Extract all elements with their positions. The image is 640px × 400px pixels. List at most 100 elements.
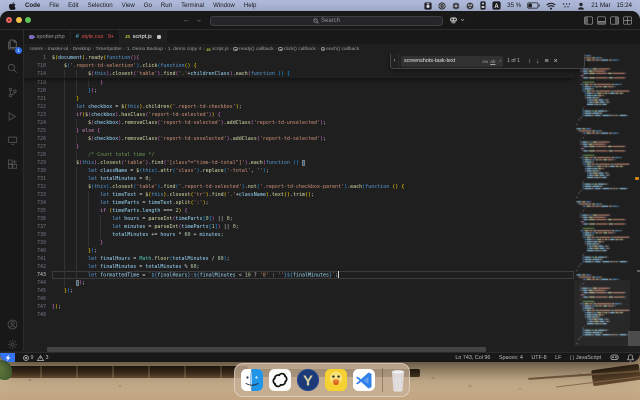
minimap[interactable] [574, 54, 630, 346]
code-line-724[interactable]: 724 $(checkbox).removeClass('report-td-s… [24, 119, 640, 127]
code-line-744[interactable]: 744 }); [24, 279, 640, 287]
zoom-window-button[interactable] [25, 16, 31, 23]
screenshot-menu-icon[interactable] [424, 1, 432, 10]
dock-finder-icon[interactable] [240, 368, 264, 392]
menu-item-file[interactable]: File [49, 2, 59, 9]
menu-item-code[interactable]: Code [25, 2, 40, 9]
copilot-status-icon[interactable] [609, 354, 619, 361]
problems-status[interactable]: 9 3 [23, 354, 49, 361]
code-line-732[interactable]: 732 $(this).closest('table').find('.repo… [24, 183, 640, 191]
breadcrumb-item[interactable]: TimeSpotter [96, 47, 122, 52]
code-line-745[interactable]: 745 }); [24, 287, 640, 295]
tab-spotter.php[interactable]: spotter.php [24, 30, 71, 44]
code-line-728[interactable]: 728 /* Count total time */ [24, 151, 640, 159]
code-line-742[interactable]: 742 let finalMinutes = totalMinutes % 60… [24, 263, 640, 271]
breadcrumb-item[interactable]: each() callback [320, 47, 359, 52]
copilot-titlebar-button[interactable] [449, 16, 465, 24]
navigate-back-icon[interactable]: ← [183, 16, 190, 25]
code-line-722[interactable]: 722 let checkbox = $(this).children('.re… [24, 103, 640, 111]
toggle-secondary-sidebar-icon[interactable] [610, 15, 619, 25]
find-next-icon[interactable]: ↓ [536, 58, 539, 65]
battery-icon[interactable] [527, 2, 541, 9]
menubar-time[interactable]: 15:24 [617, 2, 632, 9]
code-line-741[interactable]: 741 let finalHours = Math.floor(totalMin… [24, 255, 640, 263]
minimize-window-button[interactable] [15, 16, 22, 23]
code-line-743[interactable]: 743 let formattedTime = `${finalHours}:$… [24, 271, 640, 279]
menu-item-edit[interactable]: Edit [68, 2, 79, 9]
find-previous-icon[interactable]: ↑ [528, 58, 531, 65]
code-line-726[interactable]: 726 $(checkbox).removeClass('report-td-u… [24, 135, 640, 143]
menu-item-window[interactable]: Window [213, 2, 235, 9]
code-line-723[interactable]: 723 if($(checkbox).hasClass('report-td-s… [24, 111, 640, 119]
code-line-730[interactable]: 730 let className = $(this).attr('class'… [24, 167, 640, 175]
whole-word-icon[interactable]: ab [490, 59, 495, 64]
breadcrumb-item[interactable]: Users [30, 47, 43, 52]
code-line-725[interactable]: 725 } else { [24, 127, 640, 135]
toggle-panel-icon[interactable] [597, 15, 606, 25]
run-debug-icon[interactable] [0, 106, 24, 126]
horizontal-scrollbar[interactable] [47, 347, 486, 352]
menu-item-terminal[interactable]: Terminal [181, 2, 204, 9]
find-close-icon[interactable]: × [554, 58, 558, 65]
breadcrumb-item[interactable]: click() callback [278, 47, 316, 52]
menu-item-run[interactable]: Run [161, 2, 172, 9]
vertical-scrollbar[interactable] [628, 331, 640, 346]
source-control-icon[interactable] [0, 82, 24, 102]
apple-menu-icon[interactable] [9, 1, 16, 10]
customize-layout-icon[interactable] [623, 15, 632, 25]
dock-cyberduck-icon[interactable] [324, 368, 348, 392]
code-line-737[interactable]: 737 let minutes = parseInt(timeParts[1])… [24, 223, 640, 231]
breadcrumb-item[interactable]: 1. demo copy 4 [168, 47, 201, 52]
control-center-icon[interactable] [562, 2, 571, 9]
app-menu-icon[interactable] [466, 2, 474, 10]
dock-vscode-icon[interactable] [352, 368, 376, 392]
menu-item-help[interactable]: Help [244, 2, 257, 9]
indentation-status[interactable]: Spaces: 4 [499, 355, 523, 361]
menu-item-view[interactable]: View [122, 2, 135, 9]
code-line-738[interactable]: 738 totalMinutes += hours * 60 + minutes… [24, 231, 640, 239]
dock-chatgpt-icon[interactable] [268, 368, 292, 392]
toggle-replace-icon[interactable]: › [391, 54, 399, 68]
code-line-736[interactable]: 736 let hours = parseInt(timeParts[0]) |… [24, 215, 640, 223]
find-input[interactable]: screenshots-task-text Aa ab .* [401, 55, 503, 67]
window-titlebar[interactable]: ← → Search [0, 11, 640, 30]
tab-script.js[interactable]: JS script.js [119, 30, 167, 44]
language-mode[interactable]: { } JavaScript [570, 355, 601, 361]
menubar-date[interactable]: 21 Mar [591, 2, 610, 9]
close-window-button[interactable] [6, 16, 12, 23]
menu-item-go[interactable]: Go [144, 2, 152, 9]
browser-menu-icon[interactable] [438, 1, 446, 10]
code-line-727[interactable]: 727 } [24, 143, 640, 151]
code-line-721[interactable]: 721 } [24, 95, 640, 103]
code-line-739[interactable]: 739 } [24, 239, 640, 247]
code-line-729[interactable]: 729 $(this).closest('table').find('[clas… [24, 159, 640, 167]
code-editor[interactable]: 719 } 720 }); 721 } 722 let checkbox = $(th… [24, 54, 640, 346]
command-center-search[interactable]: Search [210, 15, 443, 26]
user-menu-icon[interactable] [577, 2, 585, 10]
code-line-720[interactable]: 720 }); [24, 87, 640, 95]
gear-menu-icon[interactable] [452, 2, 460, 10]
sticky-line-714[interactable]: 714 $(this).closest('table').find('.'+ch… [24, 70, 574, 78]
dock-trash-icon[interactable] [387, 368, 411, 392]
encoding-status[interactable]: UTF-8 [531, 355, 546, 361]
cursor-position[interactable]: Ln 743, Col 96 [455, 355, 490, 361]
notifications-bell-icon[interactable] [627, 353, 634, 362]
breadcrumb-item[interactable]: 1. Demo Backup [127, 47, 163, 52]
code-line-747[interactable]: 747}); [24, 303, 640, 311]
code-line-748[interactable]: 748 [24, 311, 640, 319]
breadcrumb-item[interactable]: ready() callback [233, 47, 274, 52]
toggle-sidebar-icon[interactable] [584, 15, 593, 25]
remote-indicator[interactable] [0, 353, 15, 362]
account-icon[interactable] [0, 314, 24, 334]
search-view-icon[interactable] [0, 58, 24, 78]
code-line-735[interactable]: 735 if (timeParts.length === 2) { [24, 207, 640, 215]
breadcrumb-item[interactable]: JS script.js [206, 47, 229, 52]
code-line-731[interactable]: 731 let totalMinutes = 0; [24, 175, 640, 183]
explorer-icon[interactable]: 1 [0, 34, 24, 54]
navigate-forward-icon[interactable]: → [195, 16, 202, 25]
extensions-icon[interactable] [0, 154, 24, 174]
code-line-719[interactable]: 719 } [24, 79, 640, 87]
regex-icon[interactable]: .* [498, 59, 501, 64]
modified-dot-icon[interactable] [157, 35, 161, 39]
battery-percent[interactable]: 35 % [507, 2, 521, 9]
